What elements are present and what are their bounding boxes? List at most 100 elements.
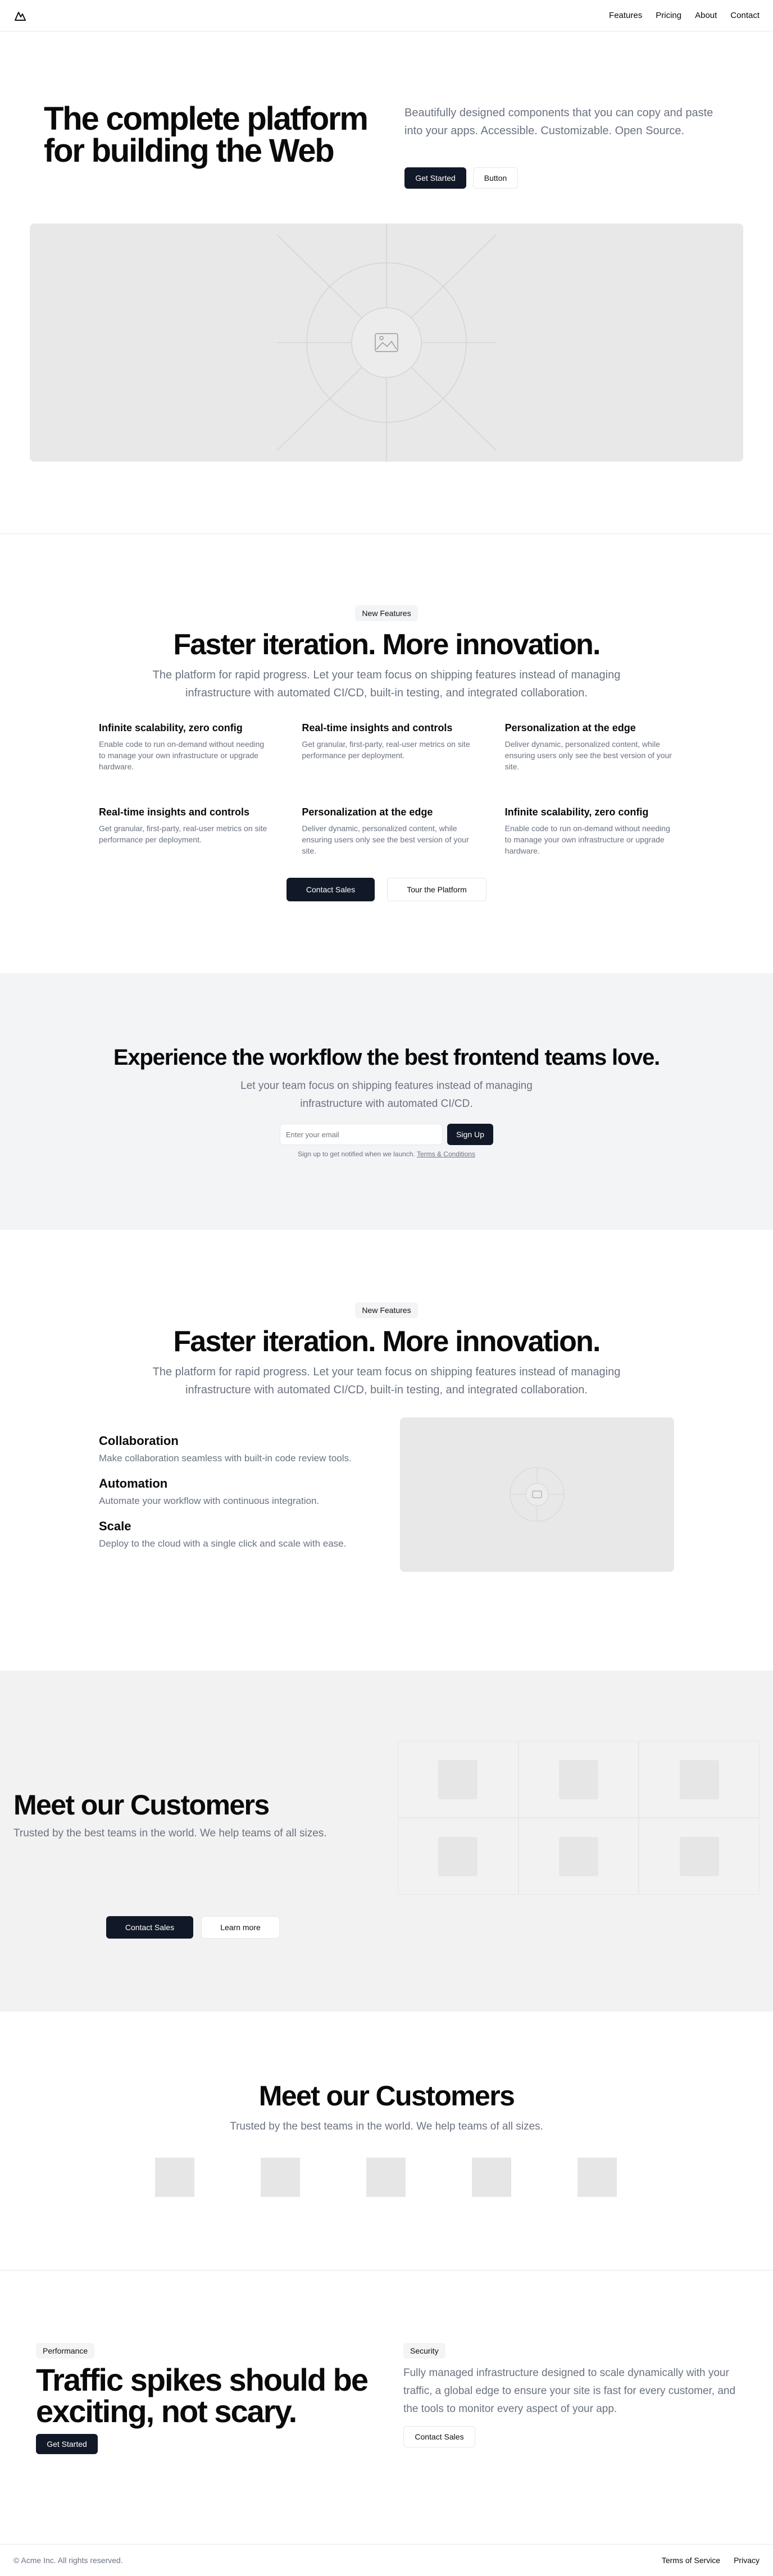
customers2-header: Meet our Customers Trusted by the best t… — [0, 2080, 773, 2136]
feature-text: Get granular, first-party, real-user met… — [99, 824, 267, 844]
contact-sales-button[interactable]: Contact Sales — [287, 878, 375, 901]
feature-title: Real-time insights and controls — [302, 722, 453, 733]
nav-features[interactable]: Features — [609, 11, 642, 20]
signup-note-text: Sign up to get notified when we launch. — [298, 1150, 415, 1158]
feature-item: Infinite scalability, zero config Enable … — [99, 722, 268, 772]
hero-buttons: Get Started Button — [404, 167, 518, 189]
feature-item: Real-time insights and controls Get granu… — [99, 806, 268, 856]
customer-logo — [558, 1759, 598, 1799]
sign-up-button[interactable]: Sign Up — [447, 1124, 493, 1145]
nav-contact[interactable]: Contact — [730, 11, 760, 20]
feature-text: Enable code to run on-demand without nee… — [504, 824, 670, 855]
list-item-text: Make collaboration seamless with built-i… — [99, 1453, 352, 1463]
features-buttons: Contact Sales Tour the Platform — [287, 878, 486, 901]
signup-subtitle: Let your team focus on shipping features… — [240, 1080, 533, 1110]
customers-buttons: Contact Sales Learn more — [106, 1916, 280, 1939]
feature-text: Get granular, first-party, real-user met… — [302, 740, 470, 760]
feature-text: Deliver dynamic, personalized content, w… — [504, 740, 672, 771]
customer-logo — [472, 2158, 511, 2197]
features-title: Faster iteration. More innovation. — [173, 628, 601, 661]
nav-pricing[interactable]: Pricing — [656, 11, 681, 20]
features2-list: Collaboration Make collaboration seamless… — [99, 1434, 413, 1549]
list-item: Collaboration Make collaboration seamless… — [99, 1434, 413, 1464]
hero-title: The complete platform for building the W… — [44, 101, 369, 169]
customer-logo — [558, 1836, 598, 1876]
list-item-text: Automate your workflow with continuous i… — [99, 1496, 320, 1506]
logo-cell — [398, 1741, 519, 1818]
feature-title: Real-time insights and controls — [99, 806, 250, 818]
traffic-right: Security Fully managed infrastructure de… — [403, 2343, 740, 2447]
features-header: New Features Faster iteration. More inno… — [0, 605, 773, 702]
feature-item: Infinite scalability, zero config Enable … — [505, 806, 674, 856]
feature-title: Personalization at the edge — [302, 806, 433, 818]
customer-logo — [679, 1759, 719, 1799]
signup-form: Sign Up — [280, 1124, 493, 1145]
feature-title: Infinite scalability, zero config — [504, 806, 649, 818]
list-item-title: Scale — [99, 1519, 131, 1533]
customer-logo — [438, 1759, 478, 1799]
site-header: Features Pricing About Contact — [0, 0, 773, 31]
new-features-badge: New Features — [355, 1302, 418, 1318]
traffic-left: Performance Traffic spikes should be exc… — [36, 2343, 373, 2454]
customers-subtitle: Trusted by the best teams in the world. … — [13, 1827, 327, 1839]
logo-cell — [639, 1741, 760, 1818]
main-nav: Features Pricing About Contact — [609, 11, 760, 20]
list-item-title: Automation — [99, 1476, 168, 1490]
feature-item: Personalization at the edge Deliver dynam… — [505, 722, 674, 772]
learn-more-button[interactable]: Learn more — [201, 1916, 280, 1939]
customer-logo — [155, 2158, 194, 2197]
features2-header: New Features Faster iteration. More inno… — [0, 1302, 773, 1399]
email-input[interactable] — [280, 1124, 443, 1145]
image-placeholder-icon — [276, 224, 497, 462]
contact-sales-button[interactable]: Contact Sales — [106, 1916, 193, 1939]
new-features-badge: New Features — [355, 605, 418, 621]
list-item-text: Deploy to the cloud with a single click … — [99, 1538, 347, 1549]
hero-image-placeholder — [30, 224, 743, 462]
customer-logo — [679, 1836, 719, 1876]
features-subtitle: The platform for rapid progress. Let you… — [152, 669, 621, 699]
list-item: Automation Automate your workflow with co… — [99, 1476, 413, 1507]
feature-text: Deliver dynamic, personalized content, w… — [302, 824, 469, 855]
performance-badge: Performance — [36, 2343, 95, 2359]
customer-logo-grid — [398, 1741, 760, 1895]
features2-subtitle: The platform for rapid progress. Let you… — [152, 1366, 621, 1396]
customers2-subtitle: Trusted by the best teams in the world. … — [230, 2121, 543, 2132]
feature-item: Real-time insights and controls Get granu… — [302, 722, 471, 772]
mountain-logo-icon[interactable] — [13, 9, 27, 22]
terms-link[interactable]: Terms & Conditions — [417, 1150, 475, 1158]
feature-title: Personalization at the edge — [504, 722, 636, 733]
signup-title: Experience the workflow the best fronten… — [113, 1045, 660, 1070]
logo-cell — [518, 1741, 639, 1818]
contact-sales-button[interactable]: Contact Sales — [403, 2426, 475, 2447]
footer-links: Terms of Service Privacy — [662, 2556, 760, 2565]
terms-of-service-link[interactable]: Terms of Service — [662, 2556, 720, 2565]
customer-logo — [578, 2158, 617, 2197]
feature-item: Personalization at the edge Deliver dynam… — [302, 806, 471, 856]
traffic-description: Fully managed infrastructure designed to… — [403, 2367, 736, 2415]
list-item: Scale Deploy to the cloud with a single c… — [99, 1519, 413, 1549]
customers-title: Meet our Customers — [13, 1789, 270, 1821]
features-grid: Infinite scalability, zero config Enable … — [99, 722, 674, 856]
get-started-button[interactable]: Get Started — [404, 167, 466, 189]
features2-image-placeholder — [400, 1417, 674, 1572]
customer-logo-row — [155, 2158, 617, 2197]
customer-logo — [366, 2158, 406, 2197]
list-item-title: Collaboration — [99, 1434, 179, 1448]
logo-cell — [639, 1818, 760, 1895]
logo-cell — [518, 1818, 639, 1895]
get-started-button[interactable]: Get Started — [36, 2434, 98, 2454]
privacy-link[interactable]: Privacy — [734, 2556, 760, 2565]
customer-logo — [438, 1836, 478, 1876]
feature-text: Enable code to run on-demand without nee… — [99, 740, 265, 771]
nav-about[interactable]: About — [695, 11, 717, 20]
tour-platform-button[interactable]: Tour the Platform — [387, 878, 486, 901]
signup-header: Experience the workflow the best fronten… — [0, 1043, 773, 1113]
features2-title: Faster iteration. More innovation. — [173, 1325, 601, 1358]
copyright-text: © Acme Inc. All rights reserved. — [13, 2556, 123, 2565]
secondary-button[interactable]: Button — [473, 167, 518, 189]
customer-logo — [261, 2158, 300, 2197]
feature-title: Infinite scalability, zero config — [99, 722, 243, 733]
logo-cell — [398, 1818, 519, 1895]
customers2-title: Meet our Customers — [258, 2080, 515, 2112]
hero-description: Beautifully designed components that you… — [404, 107, 713, 137]
